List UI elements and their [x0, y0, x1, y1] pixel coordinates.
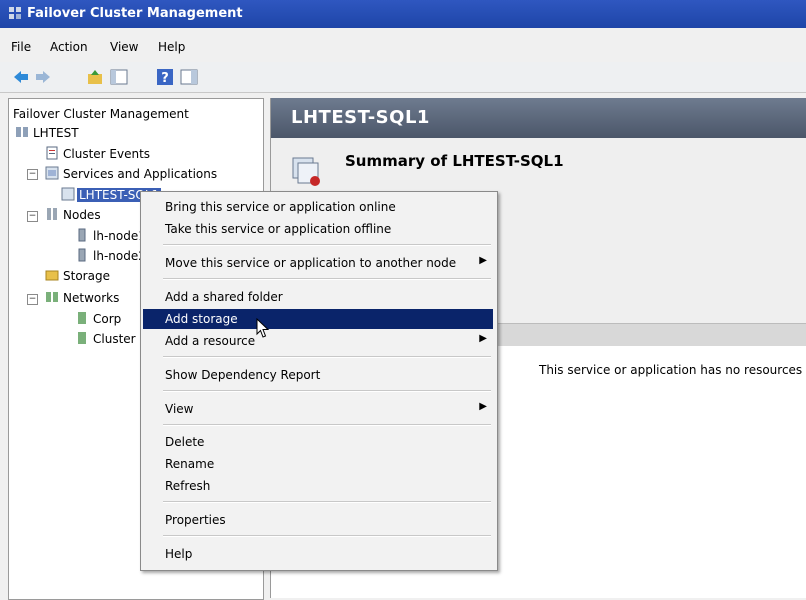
tree-item-node2[interactable]: lh-node2 [93, 249, 146, 263]
services-icon [45, 166, 59, 180]
menu-separator [163, 278, 491, 280]
network-icon [78, 332, 86, 344]
tree-item-nodes[interactable]: Nodes [63, 208, 101, 222]
networks-icon [46, 292, 58, 302]
menu-item-add-resource[interactable]: Add a resource ▶ [143, 331, 493, 351]
tree-item-net-corp[interactable]: Corp [93, 312, 121, 326]
cluster-app-icon [9, 7, 21, 19]
menu-item-delete[interactable]: Delete [143, 432, 493, 452]
menu-separator [163, 356, 491, 358]
forward-arrow-icon[interactable] [34, 68, 52, 86]
menu-item-refresh[interactable]: Refresh [143, 476, 493, 496]
details-header: LHTEST-SQL1 [271, 98, 806, 138]
storage-icon [45, 270, 59, 281]
menu-item-add-storage[interactable]: Add storage [143, 309, 493, 329]
tree-item-storage[interactable]: Storage [63, 269, 110, 283]
event-log-icon [46, 146, 58, 160]
menu-file[interactable]: File [11, 40, 31, 54]
svg-text:?: ? [161, 71, 169, 86]
show-action-pane-icon[interactable] [180, 68, 198, 86]
menu-item-rename[interactable]: Rename [143, 454, 493, 474]
menu-help[interactable]: Help [158, 40, 185, 54]
back-arrow-icon[interactable] [12, 68, 30, 86]
menu-item-add-shared-folder[interactable]: Add a shared folder [143, 287, 493, 307]
mouse-pointer-icon [256, 318, 270, 338]
menu-view[interactable]: View [110, 40, 138, 54]
tree-item-cluster-events[interactable]: Cluster Events [63, 147, 150, 161]
context-menu: Bring this service or application online… [140, 191, 498, 571]
details-title: LHTEST-SQL1 [291, 107, 430, 128]
menu-item-view[interactable]: View ▶ [143, 399, 493, 419]
collapse-toggle[interactable]: − [27, 169, 38, 180]
menu-separator [163, 244, 491, 246]
service-app-icon [61, 187, 75, 201]
toolbar: ? [0, 62, 806, 93]
menu-action[interactable]: Action [50, 40, 88, 54]
tree-item-net-cluster[interactable]: Cluster [93, 332, 136, 346]
menu-separator [163, 390, 491, 392]
tree-item-services[interactable]: Services and Applications [63, 167, 217, 181]
window-title: Failover Cluster Management [27, 6, 243, 21]
service-summary-icon [292, 157, 320, 186]
menu-separator [163, 424, 491, 426]
network-icon [78, 312, 86, 324]
menu-item-properties[interactable]: Properties [143, 510, 493, 530]
summary-title: Summary of LHTEST-SQL1 [345, 152, 564, 170]
submenu-arrow-icon: ▶ [479, 333, 487, 344]
menu-item-take-offline[interactable]: Take this service or application offline [143, 219, 493, 239]
title-bar: Failover Cluster Management [0, 0, 806, 28]
menu-item-move-to-node[interactable]: Move this service or application to anot… [143, 253, 493, 273]
tree-item-node1[interactable]: lh-node1 [93, 229, 146, 243]
menu-item-help[interactable]: Help [143, 544, 493, 564]
collapse-toggle[interactable]: − [27, 294, 38, 305]
show-hide-tree-icon[interactable] [110, 68, 128, 86]
tree-item-cluster[interactable]: LHTEST [33, 126, 79, 140]
cluster-icon [16, 127, 28, 137]
no-resources-message: This service or application has no resou… [539, 363, 803, 377]
up-folder-icon[interactable] [86, 68, 104, 86]
menu-bar: File Action View Help [0, 34, 806, 58]
menu-item-dependency-report[interactable]: Show Dependency Report [143, 365, 493, 385]
server-icon [78, 228, 86, 242]
collapse-toggle[interactable]: − [27, 211, 38, 222]
nodes-icon [47, 208, 57, 220]
menu-separator [163, 501, 491, 503]
menu-separator [163, 535, 491, 537]
tree-root[interactable]: Failover Cluster Management [13, 107, 189, 121]
menu-item-bring-online[interactable]: Bring this service or application online [143, 197, 493, 217]
server-icon [78, 248, 86, 262]
tree-item-networks[interactable]: Networks [63, 291, 119, 305]
submenu-arrow-icon: ▶ [479, 255, 487, 266]
submenu-arrow-icon: ▶ [479, 401, 487, 412]
help-icon[interactable]: ? [156, 68, 174, 86]
